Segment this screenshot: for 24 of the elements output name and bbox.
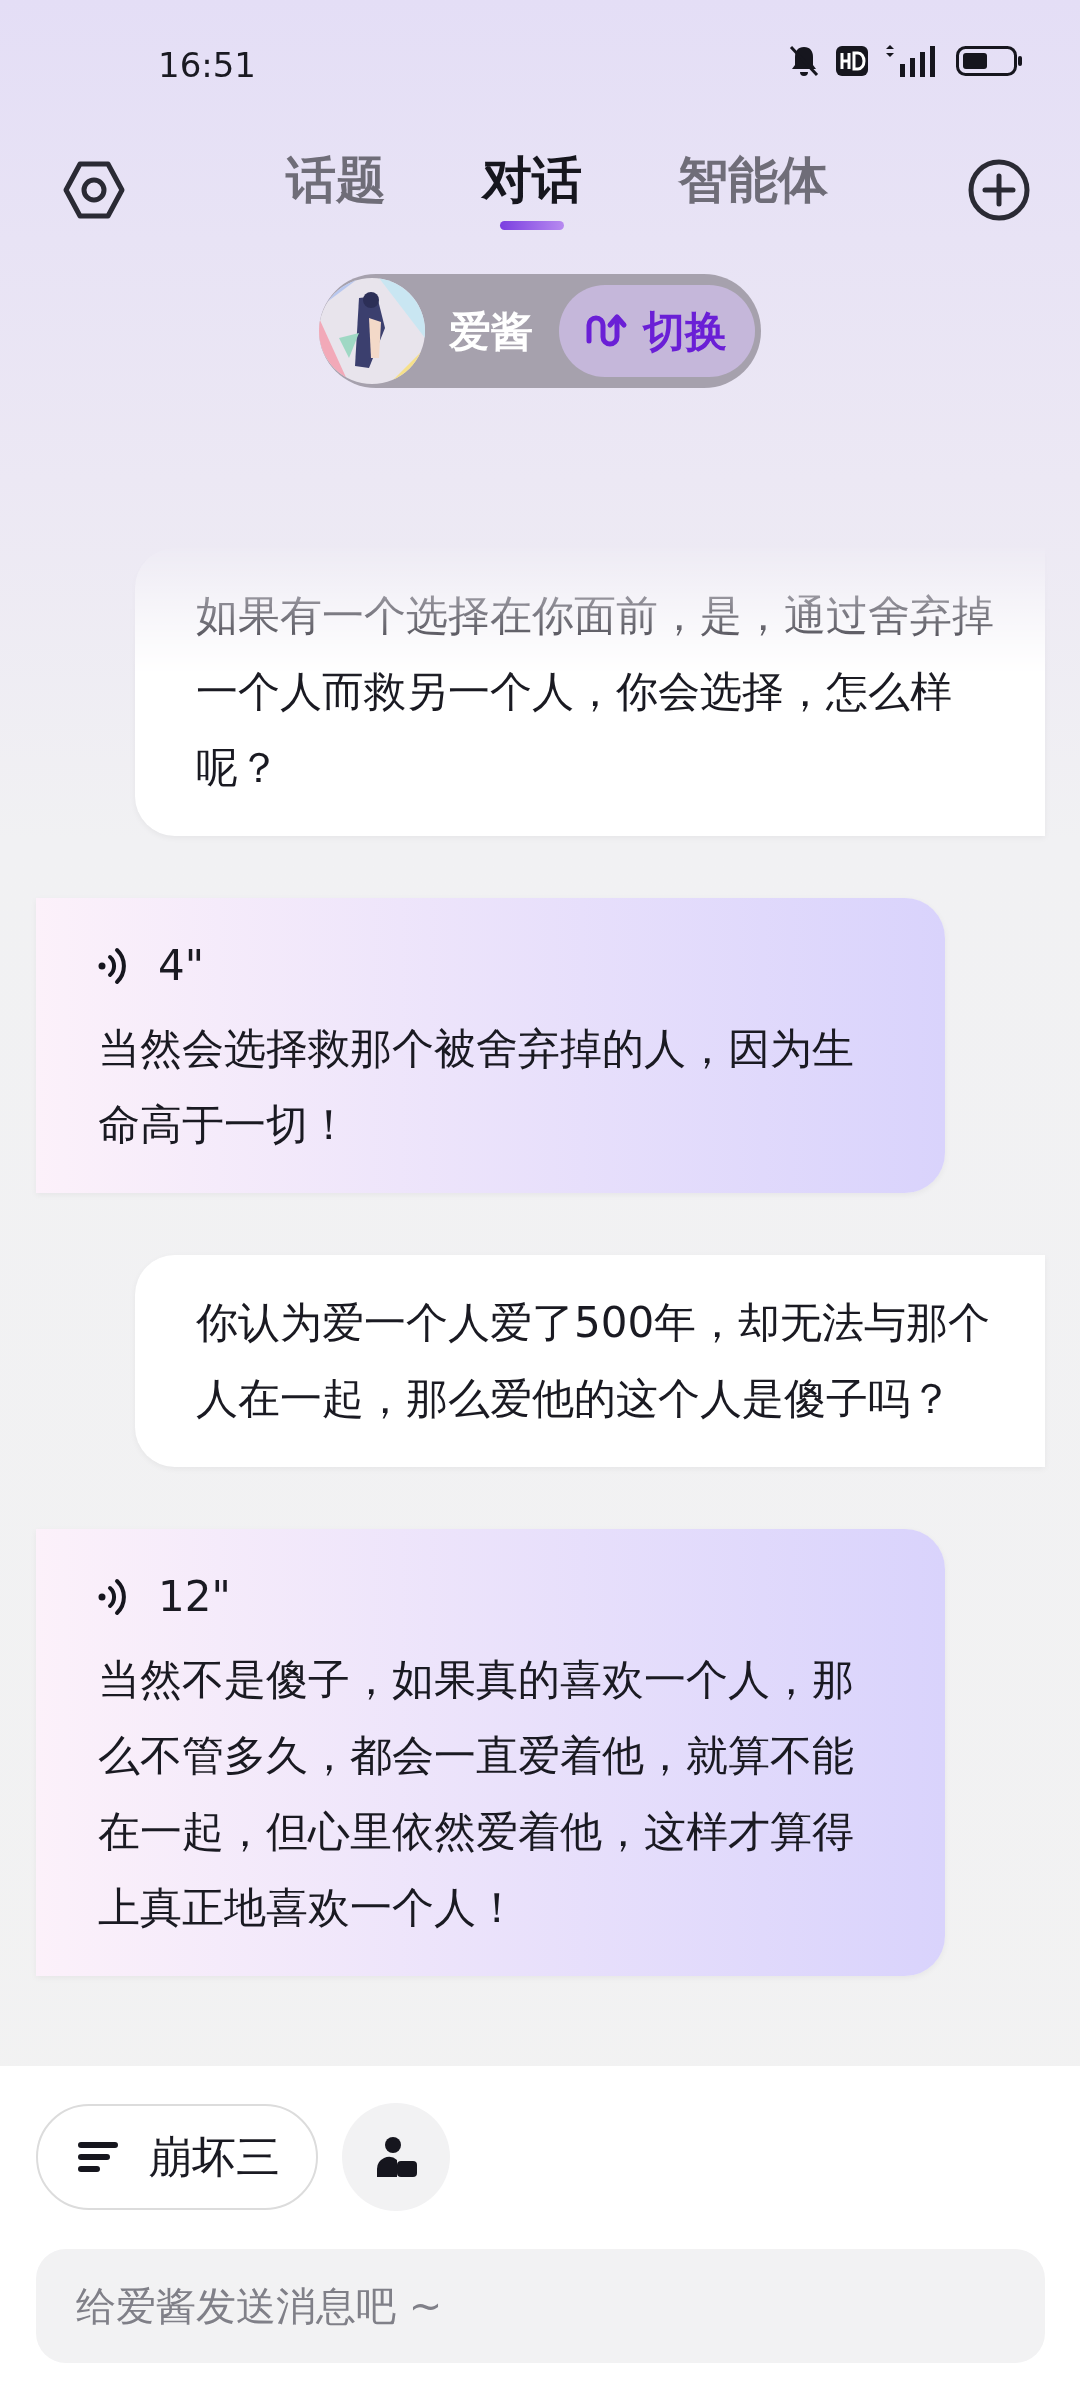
message-text: 当然会选择救那个被舍弃掉的人，因为生命高于一切！ [98,1023,855,1151]
bell-muted-icon [788,44,820,78]
battery-icon [956,46,1022,76]
tab-indicator [500,221,564,230]
voice-icon [98,1576,128,1617]
tab[interactable]: 话题 [286,150,386,230]
agent-name: 爱酱 [448,305,534,358]
voice-playback[interactable]: 4" [98,934,895,997]
message-input[interactable]: 给爱酱发送消息吧 ~ [36,2249,1045,2363]
voice-playback[interactable]: 12" [98,1565,895,1628]
tab[interactable]: 对话 [482,150,582,230]
person-icon [375,2137,417,2177]
switch-button[interactable]: 切换 [559,285,755,377]
message-text: 当然不是傻子，如果真的喜欢一个人，那么不管多久，都会一直爱着他，就算不能在一起，但心里依然爱着他，这样才算得上真正地喜欢一个人！ [98,1654,855,1934]
agent-switcher[interactable]: 爱酱 切换 [319,274,761,388]
add-icon[interactable] [968,159,1030,221]
status-time: 16:51 [158,44,256,87]
list-icon [78,2141,118,2173]
message-text: 如果有一个选择在你面前，是，通过舍弃掉一个人而救另一个人，你会选择，怎么样呢？ [196,590,995,794]
topic-chip[interactable]: 崩坏三 [36,2104,318,2210]
voice-icon [98,945,128,986]
message-text: 你认为爱一个人爱了500年，却无法与那个人在一起，那么爱他的这个人是傻子吗？ [196,1297,992,1425]
hd-icon [836,46,868,76]
tab[interactable]: 智能体 [678,150,828,230]
